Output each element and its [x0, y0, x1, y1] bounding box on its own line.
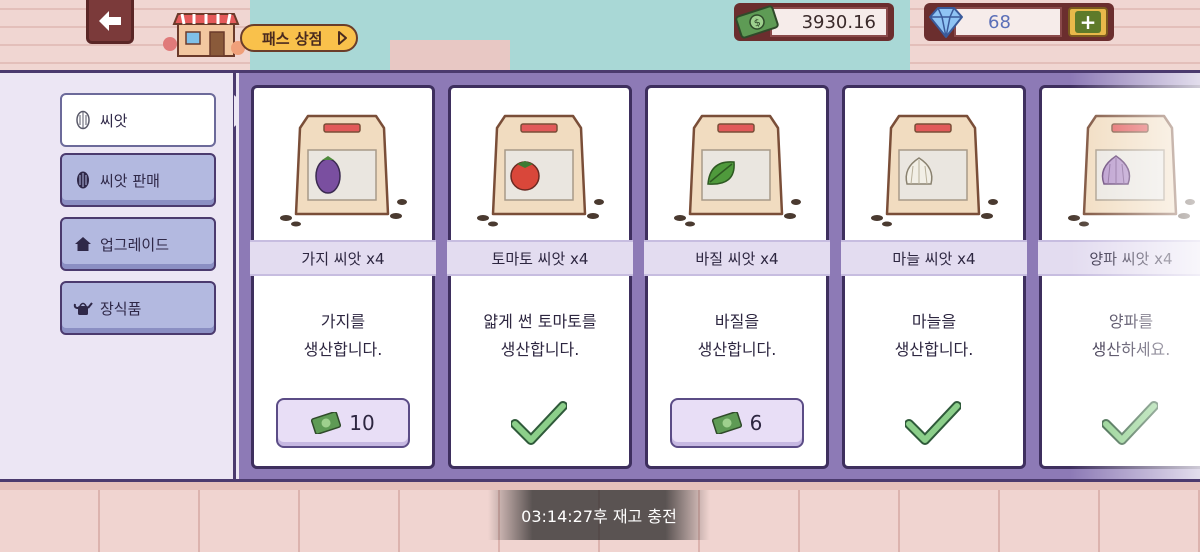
seed-card-name: 토마토 씨앗 x4: [447, 240, 633, 276]
seed-card-name: 마늘 씨앗 x4: [841, 240, 1027, 276]
seed-card-description: 가지를 생산합니다.: [303, 312, 383, 359]
sidebar-item-sell-seeds[interactable]: 씨앗 판매: [60, 153, 216, 207]
sidebar-item-decorations[interactable]: 장식품: [60, 281, 216, 335]
home-icon: [72, 233, 94, 255]
sidebar-item-label: 장식품: [100, 299, 142, 318]
seed-card-description: 얇게 썬 토마토를 생산합니다.: [483, 312, 597, 359]
sidebar-item-seeds[interactable]: 씨앗: [60, 93, 216, 147]
seed-card-description: 바질을 생산합니다.: [697, 312, 777, 359]
money-counter: 3930.16 $: [734, 3, 894, 41]
money-icon: [711, 412, 742, 434]
checkmark-icon: [905, 401, 961, 445]
pass-shop-label: 패스 상점: [262, 29, 323, 48]
seed-card[interactable]: 마늘 씨앗 x4 마늘을 생산합니다.: [841, 85, 1027, 469]
money-icon: [311, 412, 342, 434]
money-icon: $: [735, 5, 779, 39]
seed-card-description: 양파를 생산하세요.: [1091, 312, 1171, 359]
buy-button[interactable]: 6: [670, 398, 804, 448]
money-value: 3930.16: [770, 7, 888, 37]
arrow-left-icon: [99, 10, 121, 31]
chevron-right-icon: [338, 31, 347, 45]
restock-timer: 03:14:27후 재고 충전: [488, 490, 710, 540]
sidebar-item-label: 씨앗: [100, 111, 128, 130]
buy-price: 6: [749, 411, 763, 435]
diamond-icon: [929, 7, 963, 38]
seed-packet-onion-icon: [1042, 88, 1200, 238]
seed-cards-area: 가지 씨앗 x4 가지를 생산합니다. 10 토마토 씨앗 x4 얇게 썬 토마토를 생…: [239, 73, 1200, 479]
shop-panel: 씨앗 씨앗 판매 업그레이드 장식품 가지 씨앗 x4 가지를 생산합니다. 10 토…: [0, 70, 1200, 482]
sidebar-item-label: 씨앗 판매: [100, 171, 160, 190]
seed-packet-basil-icon: [648, 88, 826, 238]
seed-card[interactable]: 바질 씨앗 x4 바질을 생산합니다. 6: [644, 85, 830, 469]
buy-price: 10: [349, 411, 375, 435]
buy-button[interactable]: 10: [276, 398, 410, 448]
shop-icon[interactable]: [162, 10, 248, 58]
pass-shop-button[interactable]: 패스 상점: [240, 24, 358, 52]
seed-card-description: 마늘을 생산합니다.: [894, 312, 974, 359]
back-button[interactable]: [86, 0, 134, 44]
checkmark-icon: [1102, 401, 1158, 445]
gem-value: 68: [954, 7, 1062, 37]
checkmark-icon: [511, 401, 567, 445]
seed-card[interactable]: 양파 씨앗 x4 양파를 생산하세요.: [1038, 85, 1200, 469]
sidebar-item-upgrade[interactable]: 업그레이드: [60, 217, 216, 271]
plus-icon: +: [1075, 11, 1101, 33]
seed-card-name: 양파 씨앗 x4: [1038, 240, 1200, 276]
seed-icon: [72, 169, 94, 191]
gem-counter: 68 +: [924, 3, 1114, 41]
seed-card[interactable]: 가지 씨앗 x4 가지를 생산합니다. 10: [250, 85, 436, 469]
seed-packet-eggplant-icon: [254, 88, 432, 238]
add-gems-button[interactable]: +: [1068, 7, 1108, 37]
watering-can-icon: [72, 297, 94, 319]
seed-packet-tomato-icon: [451, 88, 629, 238]
category-sidebar: 씨앗 씨앗 판매 업그레이드 장식품: [0, 73, 236, 479]
seed-card-name: 가지 씨앗 x4: [250, 240, 436, 276]
seed-icon: [72, 109, 94, 131]
sidebar-item-label: 업그레이드: [100, 235, 170, 254]
seed-card-name: 바질 씨앗 x4: [644, 240, 830, 276]
seed-card[interactable]: 토마토 씨앗 x4 얇게 썬 토마토를 생산합니다.: [447, 85, 633, 469]
seed-packet-garlic-icon: [845, 88, 1023, 238]
